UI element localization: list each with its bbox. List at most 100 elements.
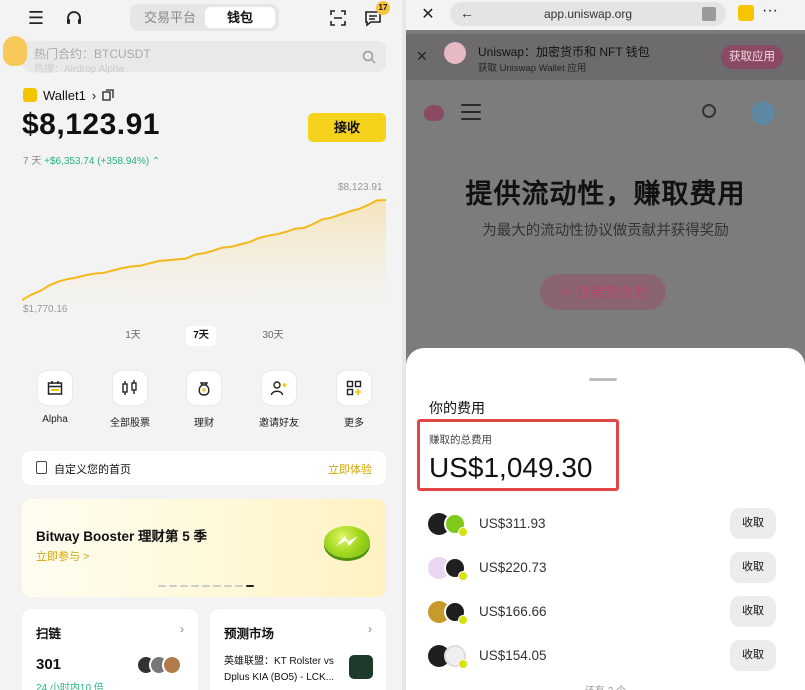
hero-subtitle: 为最大的流动性协议做贡献并获得奖励: [482, 223, 729, 239]
more-options-icon[interactable]: ···: [760, 2, 780, 20]
close-icon[interactable]: ✕: [416, 48, 428, 65]
headset-icon[interactable]: [62, 6, 86, 30]
chevron-right-icon: ›: [180, 622, 184, 636]
token-pair-icon: [428, 512, 474, 538]
search-bar[interactable]: 热门合约：BTCUSDT 热搜：Airdrop Alpha: [22, 41, 386, 75]
collect-button[interactable]: 收取: [730, 508, 776, 539]
promo-subtitle: 获取 Uniswap Wallet 应用: [478, 63, 587, 74]
account-avatar[interactable]: [751, 101, 775, 125]
range-tab-30d[interactable]: 30天: [256, 326, 290, 346]
shortcut-label: Alpha: [42, 414, 68, 425]
balance-chart: [22, 199, 386, 304]
menu-icon[interactable]: [461, 104, 481, 120]
more-rows-text[interactable]: 还有 2 个: [406, 682, 805, 690]
fees-title: 你的费用: [429, 400, 485, 416]
chart-end-label: $8,123.91: [338, 182, 383, 193]
prediction-market-title: 预测市场: [224, 627, 275, 641]
grid-icon: [336, 370, 372, 406]
coin-illustration-icon: [324, 526, 370, 558]
scan-chain-card[interactable]: 扫链 › 301 24 小时内10 倍: [22, 609, 198, 690]
chevron-right-icon: ›: [91, 87, 97, 103]
receive-button[interactable]: 接收: [308, 113, 386, 142]
tab-wallet[interactable]: 钱包: [205, 7, 275, 28]
shortcut-label: 全部股票: [110, 418, 150, 429]
wallet-icon: [23, 88, 37, 102]
customize-home-action[interactable]: 立即体验: [328, 461, 372, 477]
scan-chain-title: 扫链: [36, 627, 62, 641]
fee-row: US$154.05 收取: [406, 640, 805, 672]
fee-row: US$220.73 收取: [406, 552, 805, 584]
fees-bottom-sheet: 你的费用 赚取的总费用 US$1,049.30 US$311.93 收取 US$…: [406, 348, 805, 690]
prediction-market-card[interactable]: 预测市场 › 英雄联盟：KT Rolster vs Dplus KIA (BO5…: [210, 609, 386, 690]
chevron-right-icon: ›: [368, 622, 372, 636]
wallet-app-panel: ☰ 交易平台 钱包 17 热门合约：BTCUSDT 热搜：Airdrop Alp…: [0, 0, 402, 690]
token-avatar-icon: [162, 655, 182, 675]
booster-join-link[interactable]: 立即参与 >: [36, 548, 89, 564]
total-fees-value: US$1,049.30: [429, 452, 593, 483]
range-tab-1d[interactable]: 1天: [119, 326, 147, 346]
collect-button[interactable]: 收取: [730, 552, 776, 583]
shortcut-alpha[interactable]: Alpha: [25, 370, 85, 425]
customize-home-label: 自定义您的首页: [54, 464, 131, 476]
translate-icon[interactable]: [702, 7, 716, 21]
customize-home-card[interactable]: 自定义您的首页 立即体验: [22, 451, 386, 485]
collect-button[interactable]: 收取: [730, 640, 776, 671]
calendar-icon: [37, 370, 73, 406]
prediction-market-text: 英雄联盟：KT Rolster vs Dplus KIA (BO5) - LCK…: [224, 656, 335, 683]
search-icon[interactable]: [362, 50, 376, 64]
search-icon[interactable]: [702, 104, 716, 118]
total-fees-label: 赚取的总费用: [429, 434, 492, 446]
mascot-avatar[interactable]: [3, 36, 27, 66]
shortcut-label: 邀请好友: [259, 418, 299, 429]
url-text: app.uniswap.org: [543, 7, 633, 21]
copy-icon[interactable]: [102, 89, 114, 101]
close-icon[interactable]: ✕: [418, 4, 438, 24]
bag-icon: [186, 370, 222, 406]
fee-amount: US$311.93: [479, 516, 546, 531]
platform-tab-switch: 交易平台 钱包: [130, 4, 279, 31]
shortcut-label: 理财: [194, 418, 214, 429]
create-pool-button[interactable]: ＋ 创建资金池: [540, 274, 666, 310]
change-period: 7 天: [23, 156, 42, 167]
wallet-name: Wallet1: [43, 87, 86, 103]
menu-icon[interactable]: ☰: [24, 6, 48, 30]
shortcut-label: 更多: [344, 418, 364, 429]
wallet-balance: $8,123.91: [22, 108, 160, 141]
promo-title: Uniswap：加密货币和 NFT 钱包: [478, 45, 650, 59]
shortcut-invite-friends[interactable]: 邀请好友: [249, 370, 309, 429]
scan-icon[interactable]: [326, 6, 350, 30]
token-pair-icon: [428, 600, 474, 626]
fee-row: US$166.66 收取: [406, 596, 805, 628]
shortcut-all-stocks[interactable]: 全部股票: [100, 370, 160, 429]
event-logo-icon: [349, 655, 373, 679]
uniswap-logo-icon[interactable]: [424, 105, 444, 121]
token-pair-icon: [428, 556, 474, 582]
uniswap-logo-icon: [444, 42, 466, 64]
scan-chain-value: 301: [36, 656, 62, 673]
range-tab-7d[interactable]: 7天: [186, 326, 216, 346]
page-icon: [36, 461, 47, 474]
shortcut-more[interactable]: 更多: [324, 370, 384, 429]
browser-toolbar: ✕ ← app.uniswap.org ···: [406, 0, 805, 30]
candlestick-icon: [112, 370, 148, 406]
chart-area: [22, 200, 386, 304]
hero-title: 提供流动性，赚取费用: [465, 179, 746, 209]
wallet-extension-icon[interactable]: [738, 5, 754, 21]
wallet-selector[interactable]: Wallet1 ›: [23, 86, 114, 104]
fee-row: US$311.93 收取: [406, 508, 805, 540]
get-app-button[interactable]: 获取应用: [721, 45, 783, 69]
booster-banner[interactable]: Bitway Booster 理财第 5 季 立即参与 >: [22, 499, 386, 597]
notification-badge: 17: [376, 1, 390, 15]
address-bar[interactable]: ← app.uniswap.org: [450, 2, 726, 26]
shortcut-finance[interactable]: 理财: [174, 370, 234, 429]
chart-start-label: $1,770.16: [23, 304, 68, 315]
booster-title: Bitway Booster 理财第 5 季: [36, 529, 208, 544]
sheet-drag-handle[interactable]: [589, 378, 617, 381]
search-subtext: 热搜：Airdrop Alpha: [34, 64, 125, 75]
tab-exchange[interactable]: 交易平台: [136, 7, 204, 28]
scan-chain-subtext: 24 小时内10 倍: [36, 683, 104, 690]
collect-button[interactable]: 收取: [730, 596, 776, 627]
fee-amount: US$220.73: [479, 560, 547, 575]
app-promo-banner: ✕ Uniswap：加密货币和 NFT 钱包 获取 Uniswap Wallet…: [406, 34, 805, 80]
browser-panel: ✕ ← app.uniswap.org ··· ✕ Uniswap：加密货币和 …: [406, 0, 805, 690]
